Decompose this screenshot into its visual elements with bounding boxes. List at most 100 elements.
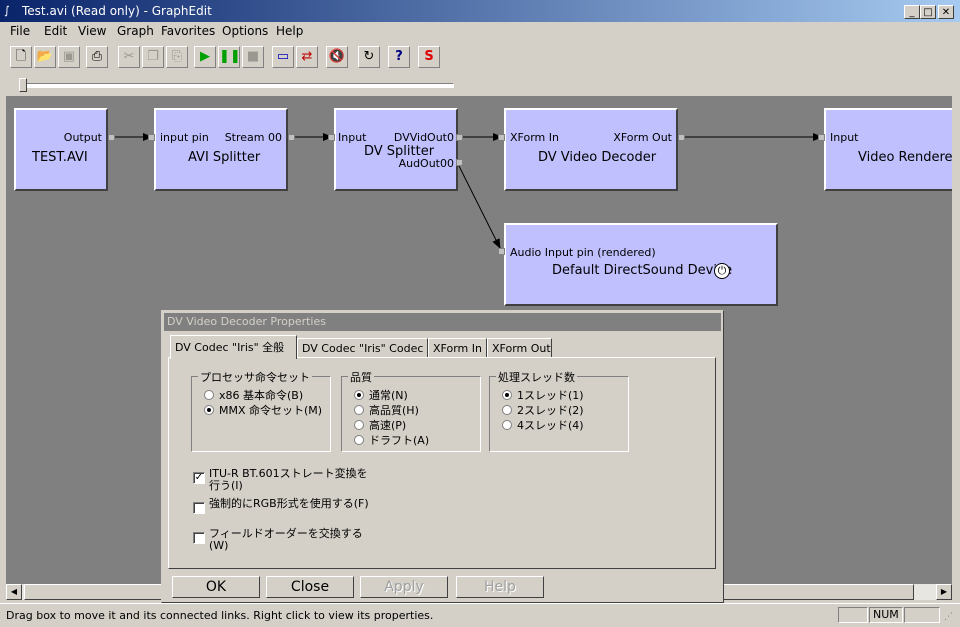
window-title: Test.avi (Read only) - GraphEdit — [22, 4, 212, 18]
group-threads: 処理スレッド数 1スレッド(1) 2スレッド(2) 4スレッド(4) — [489, 369, 629, 452]
filter-avi-splitter[interactable]: input pin Stream 00 AVI Splitter — [154, 108, 288, 191]
checkbox-swap-field-order[interactable] — [193, 532, 205, 544]
option-label: ドラフト(A) — [369, 434, 430, 447]
vertical-scrollbar[interactable] — [952, 96, 960, 584]
menu-help[interactable]: Help — [276, 24, 303, 38]
mute-icon[interactable]: 🔇 — [326, 46, 348, 68]
radio-1-thread[interactable]: 1スレッド(1) — [502, 387, 584, 403]
status-num: NUM — [869, 607, 903, 623]
tab-panel: プロセッサ命令セット x86 基本命令(B) MMX 命令セット(M) 品質 通… — [168, 357, 716, 569]
menu-favorites[interactable]: Favorites — [161, 24, 215, 38]
option-label: 1スレッド(1) — [517, 389, 584, 402]
filter-directsound-device[interactable]: Audio Input pin (rendered) Default Direc… — [504, 223, 778, 306]
radio-icon — [502, 420, 512, 430]
radio-4-threads[interactable]: 4スレッド(4) — [502, 417, 584, 433]
tab-general[interactable]: DV Codec "Iris" 全般 — [170, 335, 297, 359]
input-pin-handle[interactable] — [148, 134, 155, 141]
pin-input: Input — [830, 131, 859, 144]
tab-codec[interactable]: DV Codec "Iris" Codec — [297, 338, 428, 358]
scroll-right-icon[interactable]: ▶ — [936, 584, 952, 600]
play-icon[interactable]: ▶ — [194, 46, 216, 68]
radio-mmx[interactable]: MMX 命令セット(M) — [204, 402, 322, 418]
radio-icon — [354, 435, 364, 445]
connect-pins-icon[interactable]: ⇄ — [296, 46, 318, 68]
radio-draft[interactable]: ドラフト(A) — [354, 432, 429, 448]
output-pin-handle[interactable] — [288, 134, 295, 141]
frame-step-icon[interactable]: ▭ — [272, 46, 294, 68]
filter-test-avi[interactable]: Output TEST.AVI — [14, 108, 108, 191]
maximize-button[interactable]: □ — [920, 5, 936, 19]
filter-name: AVI Splitter — [188, 150, 261, 165]
close-button[interactable]: ✕ — [938, 5, 954, 19]
radio-icon — [502, 405, 512, 415]
radio-fast[interactable]: 高速(P) — [354, 417, 406, 433]
pin-audio-output: AudOut00 — [398, 157, 454, 170]
dialog-title: DV Video Decoder Properties — [164, 313, 721, 331]
radio-x86[interactable]: x86 基本命令(B) — [204, 387, 303, 403]
print-icon[interactable]: ⎙ — [86, 46, 108, 68]
option-label: 高品質(H) — [369, 404, 419, 417]
filter-dv-video-decoder[interactable]: XForm In XForm Out DV Video Decoder — [504, 108, 678, 191]
output-pin-handle[interactable] — [678, 134, 685, 141]
option-label: 高速(P) — [369, 419, 407, 432]
checkbox-force-rgb[interactable] — [193, 502, 205, 514]
menu-edit[interactable]: Edit — [44, 24, 67, 38]
copy-icon[interactable]: ❐ — [142, 46, 164, 68]
output-pin-handle[interactable] — [108, 134, 115, 141]
seek-icon[interactable]: S — [418, 46, 440, 68]
pin-output: XForm Out — [613, 131, 672, 144]
save-icon[interactable]: ▣ — [58, 46, 80, 68]
help-icon[interactable]: ? — [388, 46, 410, 68]
menu-options[interactable]: Options — [222, 24, 268, 38]
radio-2-threads[interactable]: 2スレッド(2) — [502, 402, 584, 418]
pin-output: Output — [63, 131, 102, 144]
cut-icon[interactable]: ✂ — [118, 46, 140, 68]
option-label: 4スレッド(4) — [517, 419, 584, 432]
radio-icon — [354, 420, 364, 430]
checkbox-label: フィールドオーダーを交換する(W) — [209, 527, 363, 552]
refresh-icon[interactable]: ↻ — [358, 46, 380, 68]
radio-icon — [354, 390, 364, 400]
checkbox-label: 強制的にRGB形式を使用する(F) — [209, 497, 369, 510]
resize-grip-icon[interactable]: ⋰ — [944, 612, 953, 622]
pause-icon[interactable]: ❚❚ — [218, 46, 241, 68]
new-icon[interactable]: 🗋 — [10, 46, 32, 68]
pin-video-output: DVVidOut0 — [393, 131, 454, 144]
audio-pin-handle[interactable] — [456, 159, 463, 166]
seek-slider-track[interactable] — [20, 83, 454, 88]
stop-icon[interactable]: ■ — [242, 46, 264, 68]
group-quality: 品質 通常(N) 高品質(H) 高速(P) ドラフト(A) — [341, 369, 481, 452]
menu-view[interactable]: View — [78, 24, 106, 38]
radio-normal[interactable]: 通常(N) — [354, 387, 408, 403]
filter-video-renderer[interactable]: Input Video Renderer — [824, 108, 952, 191]
input-pin-handle[interactable] — [498, 134, 505, 141]
radio-icon — [354, 405, 364, 415]
paste-icon[interactable]: ⎘ — [166, 46, 188, 68]
pin-output: Stream 00 — [224, 131, 282, 144]
input-pin-handle[interactable] — [498, 248, 505, 255]
group-label: プロセッサ命令セット — [198, 369, 312, 385]
input-pin-handle[interactable] — [328, 134, 335, 141]
radio-high-quality[interactable]: 高品質(H) — [354, 402, 419, 418]
input-pin-handle[interactable] — [818, 134, 825, 141]
link-dv-splitter-to-dsound — [456, 161, 501, 249]
menu-file[interactable]: File — [10, 24, 30, 38]
tab-xform-out[interactable]: XForm Out — [487, 338, 552, 358]
pin-input: XForm In — [510, 131, 559, 144]
video-pin-handle[interactable] — [456, 134, 463, 141]
tab-xform-in[interactable]: XForm In — [428, 338, 487, 358]
scroll-left-icon[interactable]: ◀ — [6, 584, 22, 600]
apply-button[interactable]: Apply — [360, 576, 448, 598]
help-button[interactable]: Help — [456, 576, 544, 598]
pin-input: input pin — [160, 131, 209, 144]
clock-icon: ⏻ — [714, 263, 730, 279]
open-folder-icon[interactable]: 📂 — [34, 46, 56, 68]
ok-button[interactable]: OK — [172, 576, 260, 598]
close-button[interactable]: Close — [266, 576, 354, 598]
minimize-button[interactable]: _ — [904, 5, 920, 19]
menu-graph[interactable]: Graph — [117, 24, 154, 38]
status-panel-blank — [838, 607, 868, 623]
checkbox-itu-r[interactable]: ✓ — [193, 472, 205, 484]
filter-dv-splitter[interactable]: Input DVVidOut0 DV Splitter AudOut00 — [334, 108, 458, 191]
seek-slider-thumb[interactable] — [19, 78, 27, 92]
